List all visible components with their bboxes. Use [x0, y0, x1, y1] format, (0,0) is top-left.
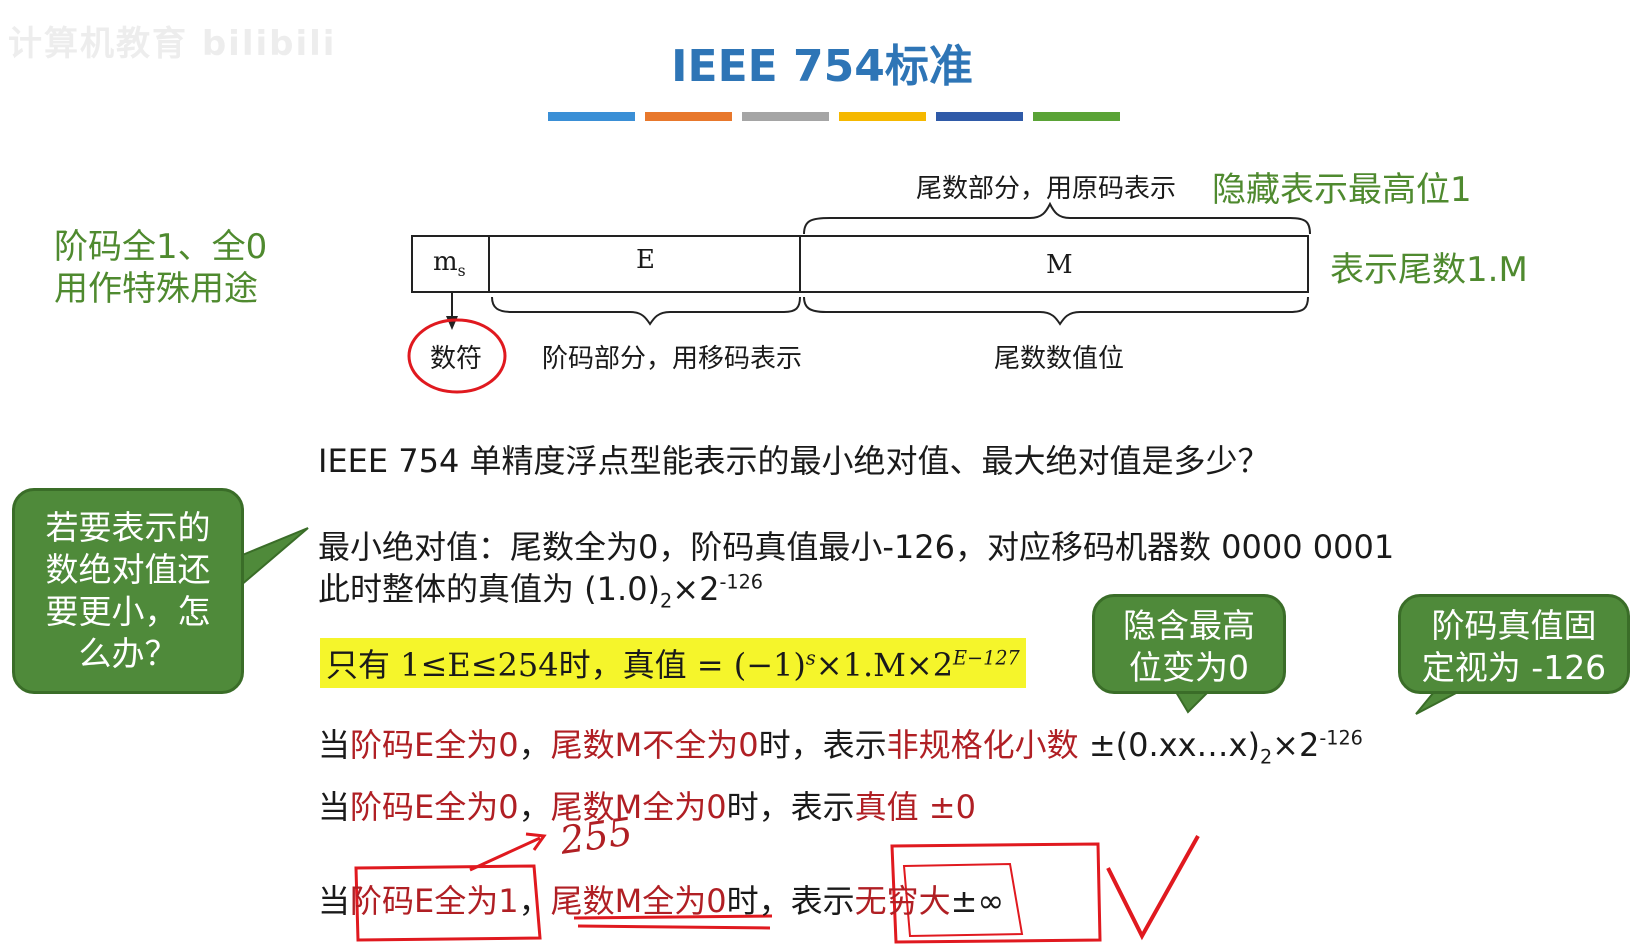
sign-label: 数符 [430, 344, 483, 374]
case-denormal: 当阶码E全为0，尾数M不全为0时，表示非规格化小数 ±(0.xx…x)2×2-1… [318, 726, 1363, 769]
callout-smaller-value: 若要表示的 数绝对值还 要更小，怎 么办？ [12, 488, 244, 694]
bubble-tail-left [239, 527, 309, 589]
min-abs-line2: 此时整体的真值为 (1.0)2×2-126 [318, 570, 763, 613]
exponent-part-label: 阶码部分，用移码表示 [542, 344, 803, 374]
mantissa-brace [803, 296, 1309, 326]
case-zero: 当阶码E全为0，尾数M全为0时，表示真值 ±0 [318, 788, 976, 826]
callout-exponent-fixed: 阶码真值固 定视为 -126 [1398, 594, 1630, 694]
callout-hidden-bit: 隐含最高 位变为0 [1092, 594, 1286, 694]
min-abs-line1: 最小绝对值：尾数全为0，阶码真值最小-126，对应移码机器数 0000 0001 [318, 528, 1395, 566]
red-checkmark [1106, 835, 1200, 941]
case-infinity: 当阶码E全为1，尾数M全为0时，表示无穷大±∞ [318, 882, 1005, 920]
bubble-tail-right [1415, 691, 1459, 715]
exponent-brace [491, 296, 801, 326]
bubble-tail-mid [1174, 691, 1211, 714]
mantissa-bits-label: 尾数数值位 [994, 344, 1125, 374]
top-brace [803, 201, 1311, 235]
question-text: IEEE 754 单精度浮点型能表示的最小绝对值、最大绝对值是多少？ [318, 442, 1270, 480]
sign-pointer-head [446, 316, 458, 330]
normal-range-condition: 只有 1≤E≤254时，真值 = (−1)s×1.M×2E−127 [320, 638, 1026, 688]
